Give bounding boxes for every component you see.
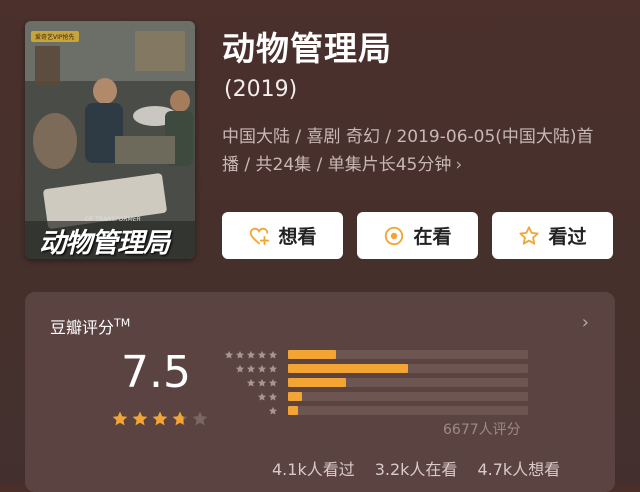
vip-badge: 爱奇艺VIP抢先	[31, 31, 79, 42]
distribution-bar	[288, 378, 346, 387]
poster-title-art: 动物管理局	[39, 228, 170, 259]
watching-count[interactable]: 3.2k人在看	[375, 456, 458, 480]
want-to-watch-label: 想看	[278, 226, 317, 248]
distribution-row	[220, 406, 528, 415]
watching-button[interactable]: 在看	[357, 212, 478, 259]
poster-image[interactable]: 爱奇艺VIP抢先 OF TRANSFORMER 动物管理局	[25, 21, 195, 259]
row-stars	[220, 401, 278, 420]
distribution-track	[288, 378, 528, 387]
average-stars	[111, 410, 209, 432]
distribution-track	[288, 350, 528, 359]
rating-star-icon	[191, 410, 209, 432]
want-to-watch-button[interactable]: 想看	[222, 212, 343, 259]
distribution-track	[288, 406, 528, 415]
watching-label: 在看	[413, 226, 452, 248]
movie-detail-page: 爱奇艺VIP抢先 OF TRANSFORMER 动物管理局 动物管理局 (201…	[0, 0, 640, 492]
distribution-track	[288, 392, 528, 401]
movie-meta[interactable]: 中国大陆 / 喜剧 奇幻 / 2019-06-05(中国大陆)首播 / 共24集…	[222, 123, 607, 179]
rating-count: 6677人评分	[443, 422, 521, 438]
watched-button[interactable]: 看过	[492, 212, 613, 259]
distribution-bar	[288, 406, 298, 415]
distribution-track	[288, 364, 528, 373]
movie-meta-text: 中国大陆 / 喜剧 奇幻 / 2019-06-05(中国大陆)首播 / 共24集…	[222, 127, 594, 175]
rating-label: 豆瓣评分TM	[50, 316, 131, 337]
watched-count[interactable]: 4.1k人看过	[272, 456, 355, 480]
rating-star-icon	[131, 410, 149, 432]
distribution-bar	[288, 350, 336, 359]
heart-plus-icon	[248, 225, 270, 247]
rating-score: 7.5	[121, 347, 191, 398]
distribution-bar	[288, 364, 408, 373]
watched-label: 看过	[548, 226, 587, 248]
distribution-row	[220, 350, 528, 359]
douban-rating-card[interactable]: 豆瓣评分TM › 7.5 6677人评分 4.1k人看过 3.2k人在看 4.7…	[25, 292, 615, 492]
chevron-right-icon[interactable]: ›	[582, 312, 589, 333]
chevron-right-icon: ›	[455, 155, 463, 175]
movie-title: 动物管理局	[222, 29, 392, 68]
movie-year: (2019)	[224, 77, 298, 102]
distribution-row	[220, 392, 528, 401]
rating-footer: 4.1k人看过 3.2k人在看 4.7k人想看	[272, 456, 560, 480]
distribution-bar	[288, 392, 303, 401]
want-count[interactable]: 4.7k人想看	[477, 456, 560, 480]
rating-star-icon	[171, 410, 189, 432]
small-star-icon	[268, 401, 278, 420]
distribution-row	[220, 378, 528, 387]
rating-star-icon	[111, 410, 129, 432]
target-circle-icon	[383, 225, 405, 247]
star-outline-icon	[518, 225, 540, 247]
trademark-mark: TM	[114, 316, 131, 330]
distribution-row	[220, 364, 528, 373]
rating-star-icon	[151, 410, 169, 432]
